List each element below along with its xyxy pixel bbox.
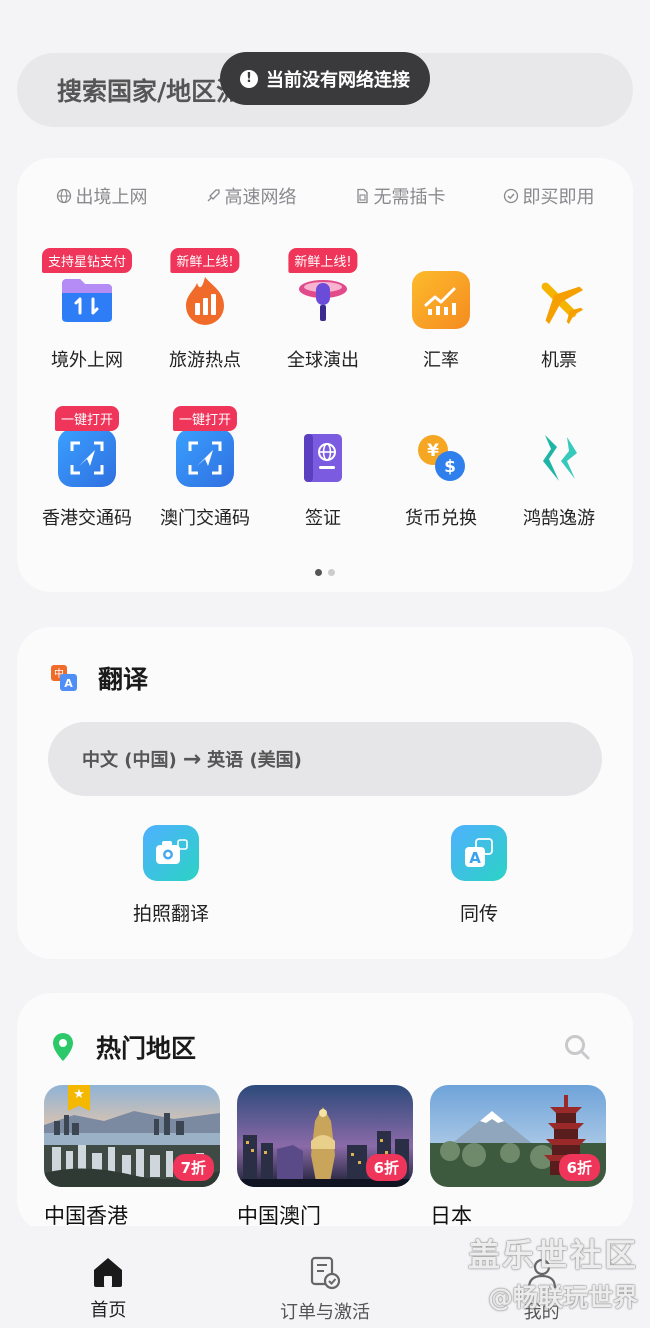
tab-label: 订单与激活 [280,1302,370,1323]
chart-icon [412,271,470,329]
service-global-shows[interactable]: 新鲜上线! 全球演出 [264,243,382,401]
language-selector[interactable]: 中文 (中国) → 英语 (美国) [48,722,602,796]
promo-badge: 新鲜上线! [288,248,358,273]
translate-icon: 中A [51,665,77,691]
globe-icon [56,188,71,204]
service-label: 机票 [541,350,577,371]
page-indicator [17,569,633,576]
feature-item: 即买即用 [503,183,595,209]
search-icon[interactable] [563,1033,591,1061]
service-label: 旅游热点 [169,350,241,371]
svg-text:¥: ¥ [427,441,439,461]
transit-code-icon [176,429,234,487]
hot-regions-card: 热门地区 ★ 7折 中国香港 6折 中国澳门 6折 日本 [17,993,633,1233]
service-label: 汇率 [423,350,459,371]
tab-home[interactable]: 首页 [0,1226,217,1328]
order-icon [310,1256,341,1290]
currency-exchange-icon: ¥ $ [412,429,470,487]
discount-badge: 7折 [172,1154,214,1181]
service-label: 全球演出 [287,350,359,371]
translate-title: 翻译 [98,665,149,694]
action-label: 同传 [459,903,498,925]
service-label: 境外上网 [51,350,123,371]
feature-item: 无需插卡 [354,183,446,209]
service-label: 鸿鹄逸游 [523,508,595,529]
feature-label: 高速网络 [224,187,297,208]
service-label: 签证 [305,508,341,529]
translate-card: 中A 翻译 中文 (中国) → 英语 (美国) 拍照翻译 A 同传 [17,627,633,959]
region-image-japan: 6折 [430,1085,606,1187]
folder-transfer-icon [58,271,116,329]
action-label: 拍照翻译 [132,903,209,925]
passport-icon [294,429,352,487]
discount-badge: 6折 [558,1154,600,1181]
simultaneous-translate-icon: A [451,825,507,881]
svg-text:A: A [64,677,73,690]
toast-text: 当前没有网络连接 [266,69,410,91]
promo-badge: 新鲜上线! [170,248,240,273]
service-hk-transit-code[interactable]: 一键打开 香港交通码 [28,401,146,559]
service-label: 香港交通码 [42,508,132,529]
community-watermark: 盖乐世社区 @畅联玩世界 [468,1230,638,1314]
watermark-line-2: @畅联玩世界 [487,1283,638,1312]
tab-orders[interactable]: 订单与激活 [217,1226,434,1328]
target-language: 英语 (美国) [207,750,302,771]
service-travel-hotspot[interactable]: 新鲜上线! 旅游热点 [146,243,264,401]
feature-label: 出境上网 [75,187,148,208]
hot-regions-header: 热门地区 [52,1029,196,1065]
region-list: ★ 7折 中国香港 6折 中国澳门 6折 日本 [44,1085,606,1230]
sim-icon [356,188,368,204]
no-network-toast: ! 当前没有网络连接 [220,52,430,105]
rocket-icon [207,189,220,202]
arrow-right-icon: → [182,746,202,772]
service-visa[interactable]: 签证 [264,401,382,559]
home-icon [94,1258,123,1287]
feature-list: 出境上网 高速网络 无需插卡 即买即用 [17,183,633,209]
service-flights[interactable]: 机票 [500,243,618,401]
page-dot-active [315,569,322,576]
check-circle-icon [503,188,518,204]
translate-actions: 拍照翻译 A 同传 [17,825,633,926]
region-image-macau: 6折 [237,1085,413,1187]
location-pin-icon [53,1033,73,1061]
service-exchange-rate[interactable]: 汇率 [382,243,500,401]
feature-label: 即买即用 [522,187,595,208]
service-label: 澳门交通码 [160,508,250,529]
region-image-hongkong: ★ 7折 [44,1085,220,1187]
microphone-icon [294,271,352,329]
hot-regions-title: 热门地区 [96,1034,197,1063]
services-card: 出境上网 高速网络 无需插卡 即买即用 支持星钻支付 境外上网 新鲜上线! 旅游… [17,158,633,592]
region-card-hongkong[interactable]: ★ 7折 中国香港 [44,1085,220,1230]
svg-text:A: A [469,849,481,867]
service-grid: 支持星钻支付 境外上网 新鲜上线! 旅游热点 新鲜上线! 全球演出 汇率 机票 … [28,243,618,559]
feature-item: 出境上网 [56,183,148,209]
source-language: 中文 (中国) [82,750,177,771]
region-card-japan[interactable]: 6折 日本 [430,1085,606,1230]
fire-chart-icon [176,271,234,329]
promo-badge: 一键打开 [172,406,238,431]
svg-text:$: $ [444,457,456,477]
page-dot [328,569,335,576]
feature-label: 无需插卡 [373,187,446,208]
swan-logo-icon [530,429,588,487]
service-honghu-travel[interactable]: 鸿鹄逸游 [500,401,618,559]
service-overseas-internet[interactable]: 支持星钻支付 境外上网 [28,243,146,401]
simultaneous-translate-button[interactable]: A 同传 [325,825,633,926]
airplane-icon [530,271,588,329]
photo-translate-button[interactable]: 拍照翻译 [17,825,325,926]
feature-item: 高速网络 [205,183,297,209]
promo-badge: 一键打开 [54,406,120,431]
translate-header: 中A 翻译 [50,660,148,696]
service-currency-exchange[interactable]: ¥ $ 货币兑换 [382,401,500,559]
discount-badge: 6折 [365,1154,407,1181]
camera-translate-icon [143,825,199,881]
service-label: 货币兑换 [405,508,477,529]
promo-badge: 支持星钻支付 [41,248,133,273]
tab-label: 首页 [90,1300,127,1321]
region-card-macau[interactable]: 6折 中国澳门 [237,1085,413,1230]
watermark-line-1: 盖乐世社区 [467,1236,638,1274]
transit-code-icon [58,429,116,487]
warning-icon: ! [240,69,258,88]
service-macau-transit-code[interactable]: 一键打开 澳门交通码 [146,401,264,559]
